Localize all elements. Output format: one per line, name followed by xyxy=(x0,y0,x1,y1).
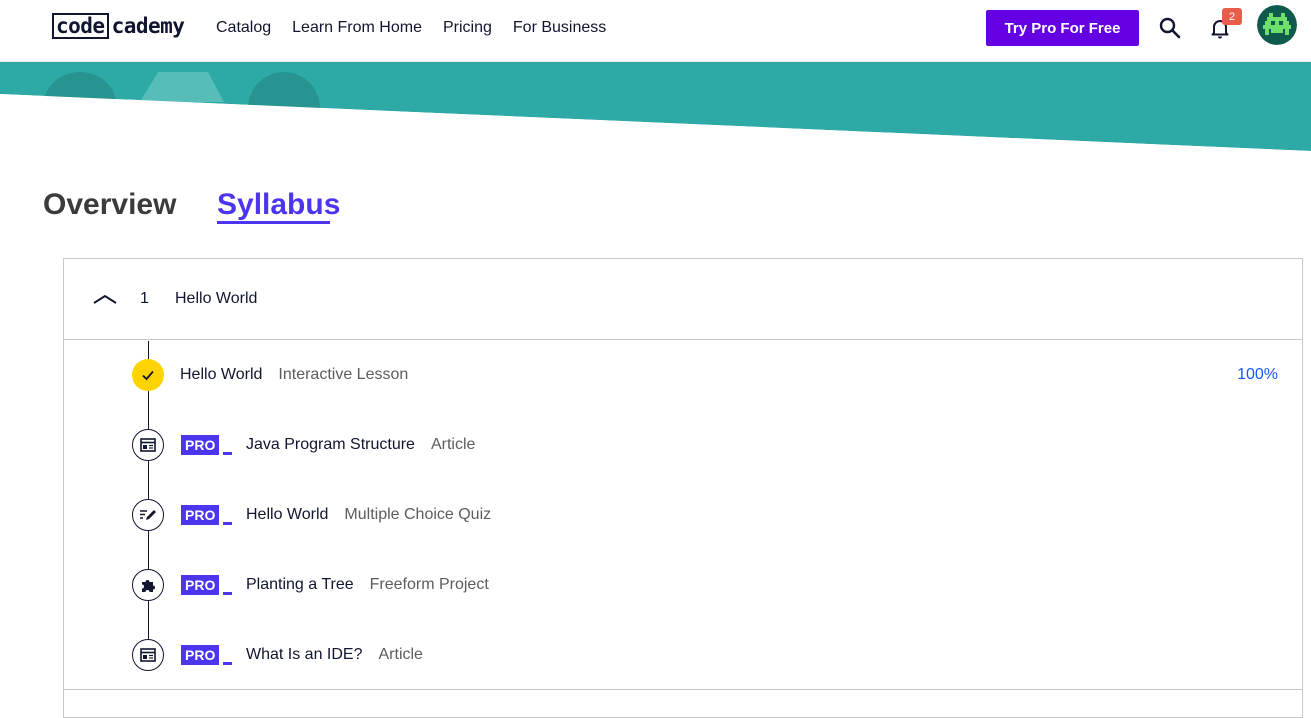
pro-badge: PRO xyxy=(181,505,233,525)
quiz-icon xyxy=(132,499,164,531)
try-pro-button[interactable]: Try Pro For Free xyxy=(986,10,1139,46)
pro-label: PRO xyxy=(181,505,220,525)
syllabus-item[interactable]: Hello World Interactive Lesson 100% xyxy=(64,355,1302,395)
module-number: 1 xyxy=(140,290,149,307)
puzzle-icon xyxy=(132,569,164,601)
nav-links: Catalog Learn From Home Pricing For Busi… xyxy=(216,18,606,38)
nav-learn-from-home[interactable]: Learn From Home xyxy=(292,18,422,38)
avatar[interactable] xyxy=(1257,5,1297,45)
item-type: Multiple Choice Quiz xyxy=(344,506,492,523)
item-text: Hello World Multiple Choice Quiz xyxy=(246,505,491,525)
active-tab-underline xyxy=(217,221,330,224)
notification-badge: 2 xyxy=(1222,8,1242,25)
item-title: What Is an IDE? xyxy=(246,646,363,663)
item-text: Hello World Interactive Lesson xyxy=(180,365,408,385)
module-header[interactable]: 1 Hello World xyxy=(64,259,1302,340)
pro-label: PRO xyxy=(181,435,220,455)
item-title: Planting a Tree xyxy=(246,576,354,593)
item-title: Hello World xyxy=(246,506,329,523)
syllabus-panel: 1 Hello World Hello World Interactive Le… xyxy=(63,258,1303,718)
top-nav: code cademy Catalog Learn From Home Prici… xyxy=(0,0,1311,62)
item-title: Hello World xyxy=(180,366,263,383)
item-type: Freeform Project xyxy=(369,576,489,593)
codecademy-logo[interactable]: code cademy xyxy=(52,12,185,40)
tab-syllabus[interactable]: Syllabus xyxy=(217,186,340,224)
pro-badge: PRO xyxy=(181,575,233,595)
progress-percent: 100% xyxy=(1237,366,1278,383)
syllabus-item[interactable]: PRO What Is an IDE? Article xyxy=(64,635,1302,675)
nav-catalog[interactable]: Catalog xyxy=(216,18,271,38)
hero-banner xyxy=(0,62,1311,154)
nav-for-business[interactable]: For Business xyxy=(513,18,606,38)
article-icon xyxy=(132,429,164,461)
module-divider xyxy=(64,689,1302,690)
pro-label: PRO xyxy=(181,645,220,665)
item-type: Article xyxy=(430,436,476,453)
syllabus-item[interactable]: PRO Java Program Structure Article xyxy=(64,425,1302,465)
pro-label: PRO xyxy=(181,575,220,595)
item-title: Java Program Structure xyxy=(246,436,415,453)
pro-badge: PRO xyxy=(181,435,233,455)
syllabus-item[interactable]: PRO Planting a Tree Freeform Project xyxy=(64,565,1302,605)
item-text: What Is an IDE? Article xyxy=(246,645,423,665)
item-text: Java Program Structure Article xyxy=(246,435,475,455)
item-type: Article xyxy=(378,646,423,663)
article-icon xyxy=(132,639,164,671)
logo-text: cademy xyxy=(111,14,185,38)
syllabus-item[interactable]: PRO Hello World Multiple Choice Quiz xyxy=(64,495,1302,535)
item-type: Interactive Lesson xyxy=(278,366,409,383)
check-icon xyxy=(132,359,164,391)
search-icon[interactable] xyxy=(1158,16,1182,40)
module-title: Hello World xyxy=(175,290,258,307)
tab-overview[interactable]: Overview xyxy=(43,186,176,224)
nav-pricing[interactable]: Pricing xyxy=(443,18,492,38)
item-text: Planting a Tree Freeform Project xyxy=(246,575,489,595)
logo-boxed-text: code xyxy=(52,13,109,39)
chevron-up-icon[interactable] xyxy=(92,291,118,307)
pro-badge: PRO xyxy=(181,645,233,665)
